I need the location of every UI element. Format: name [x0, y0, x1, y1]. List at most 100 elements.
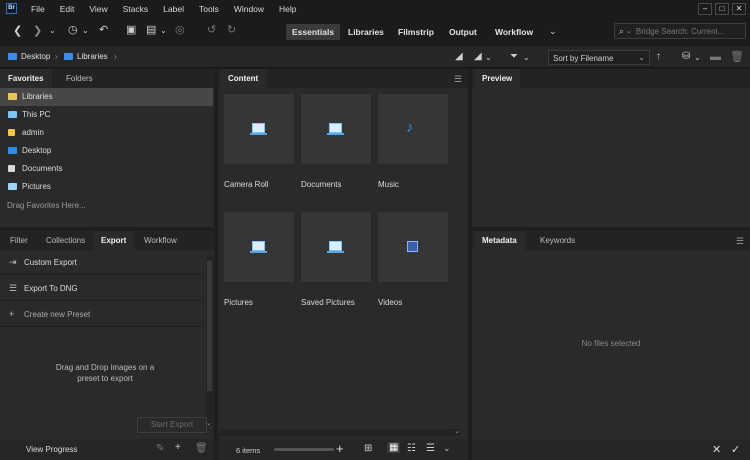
menu-view[interactable]: View: [89, 4, 107, 14]
sort-dropdown[interactable]: Sort by Filename ⌄: [548, 50, 650, 65]
close-window-icon[interactable]: ✕: [732, 2, 746, 15]
forward-arrow-icon[interactable]: ❯: [33, 25, 42, 37]
tab-collections[interactable]: Collections: [38, 231, 93, 250]
workspace-more-chevron-icon[interactable]: ⌄: [549, 25, 557, 37]
export-item-create-preset[interactable]: + Create new Preset: [0, 302, 204, 327]
content-horizontal-scrollbar[interactable]: ⌄: [218, 427, 460, 436]
delete-preset-icon[interactable]: 🗑: [195, 443, 208, 454]
sort-ascending-icon[interactable]: ↑: [656, 51, 661, 63]
camera-download-icon[interactable]: ▣: [126, 24, 136, 36]
thumbnail-pictures[interactable]: [224, 212, 294, 282]
breadcrumb-libraries[interactable]: Libraries: [64, 52, 108, 61]
menu-help[interactable]: Help: [279, 4, 296, 14]
item-label-saved-pictures[interactable]: Saved Pictures: [301, 298, 355, 307]
tab-preview[interactable]: Preview: [474, 69, 521, 88]
workspace-essentials[interactable]: Essentials: [286, 24, 341, 40]
tab-favorites[interactable]: Favorites: [0, 69, 52, 88]
favorite-item-this-pc[interactable]: This PC: [0, 106, 213, 124]
thumbnail-camera-roll[interactable]: [224, 94, 294, 164]
export-panel: Filter Collections Export Workflow ⇥ Cus…: [0, 231, 214, 460]
menu-stacks[interactable]: Stacks: [123, 4, 149, 14]
item-label-pictures[interactable]: Pictures: [224, 298, 253, 307]
apply-icon[interactable]: ✓: [731, 443, 740, 456]
export-item-custom-export[interactable]: ⇥ Custom Export: [0, 250, 204, 275]
tab-keywords[interactable]: Keywords: [532, 231, 583, 250]
view-list-icon[interactable]: ☰: [426, 443, 435, 454]
scrollbar-thumb[interactable]: [207, 261, 212, 391]
item-label-music[interactable]: Music: [378, 180, 399, 189]
workspace-libraries[interactable]: Libraries: [342, 24, 390, 40]
breadcrumb-desktop[interactable]: Desktop: [8, 52, 50, 61]
delete-icon[interactable]: 🗑: [730, 51, 744, 63]
workspace-output[interactable]: Output: [443, 24, 483, 40]
tab-workflow[interactable]: Workflow: [136, 231, 185, 250]
minimize-icon[interactable]: –: [698, 2, 712, 15]
item-label-documents[interactable]: Documents: [301, 180, 341, 189]
start-export-button[interactable]: Start Export: [137, 417, 207, 433]
item-label-videos[interactable]: Videos: [378, 298, 402, 307]
tab-export[interactable]: Export: [93, 231, 135, 250]
workspace-workflow[interactable]: Workflow: [489, 24, 539, 40]
view-thumbnails-icon[interactable]: ▦: [387, 442, 401, 453]
workspace-filmstrip[interactable]: Filmstrip: [392, 24, 440, 40]
open-in-camera-raw-icon[interactable]: ◎: [175, 24, 185, 36]
recent-chevron-icon[interactable]: ⌄: [82, 25, 89, 37]
new-folder-icon[interactable]: ▬: [710, 51, 721, 63]
thumbnail-music[interactable]: ♪: [378, 94, 448, 164]
rating-chevron-icon[interactable]: ⌄: [485, 52, 492, 64]
back-arrow-icon[interactable]: ❮: [13, 25, 22, 37]
thumbnail-videos[interactable]: [378, 212, 448, 282]
view-details-icon[interactable]: ☷: [407, 443, 416, 454]
preview-tabstrip: Preview: [472, 69, 750, 88]
thumbnail-size-slider[interactable]: [274, 448, 334, 451]
item-label-camera-roll[interactable]: Camera Roll: [224, 180, 268, 189]
chevron-down-icon[interactable]: ⌄: [49, 25, 56, 37]
open-recent-chevron-icon[interactable]: ⌄: [694, 52, 701, 64]
search-scope-chevron-icon[interactable]: ⌄: [626, 27, 632, 35]
rotate-right-icon[interactable]: ↻: [227, 24, 236, 36]
scroll-right-icon[interactable]: ⌄: [454, 427, 460, 435]
tab-folders[interactable]: Folders: [58, 69, 101, 88]
open-recent-icon[interactable]: ⛁: [682, 51, 690, 63]
search-box[interactable]: ⌕ ⌄ Bridge Search: Current...: [614, 23, 746, 39]
menu-edit[interactable]: Edit: [60, 4, 75, 14]
documents-library-icon: [327, 123, 344, 135]
thumbnail-documents[interactable]: [301, 94, 371, 164]
boomerang-icon[interactable]: ↶: [99, 24, 108, 36]
view-options-chevron-icon[interactable]: ⌄: [443, 443, 451, 454]
search-input[interactable]: Bridge Search: Current...: [636, 27, 724, 36]
panel-menu-icon[interactable]: ☰: [454, 74, 462, 85]
cancel-icon[interactable]: ✕: [712, 443, 721, 456]
panel-menu-icon[interactable]: ☰: [736, 236, 744, 247]
tab-metadata[interactable]: Metadata: [474, 231, 525, 250]
quality-options-icon[interactable]: ◢: [455, 51, 463, 63]
filter-items-icon[interactable]: ⏷: [510, 51, 518, 63]
content-footer: 6 items + ⊞ ▦ ☷ ☰ ⌄: [218, 439, 468, 460]
tab-filter[interactable]: Filter: [2, 231, 36, 250]
favorite-item-pictures[interactable]: Pictures: [0, 178, 213, 196]
filter-chevron-icon[interactable]: ⌄: [523, 52, 530, 64]
menu-tools[interactable]: Tools: [199, 4, 219, 14]
rotate-left-icon[interactable]: ↺: [207, 24, 216, 36]
sort-rating-icon[interactable]: ◢: [474, 51, 482, 63]
menu-file[interactable]: File: [31, 4, 45, 14]
menu-label[interactable]: Label: [163, 4, 184, 14]
export-scrollbar[interactable]: ⌄: [206, 257, 213, 427]
grid-lock-icon[interactable]: ⊞: [364, 443, 372, 454]
favorite-item-desktop[interactable]: Desktop: [0, 142, 213, 160]
maximize-icon[interactable]: □: [715, 2, 729, 15]
edit-preset-icon[interactable]: ✎: [156, 443, 164, 454]
zoom-in-icon[interactable]: +: [336, 441, 344, 456]
menu-window[interactable]: Window: [234, 4, 264, 14]
tab-content[interactable]: Content: [220, 69, 267, 88]
add-preset-icon[interactable]: +: [175, 442, 181, 453]
recent-files-icon[interactable]: ◷: [68, 24, 78, 36]
view-progress-link[interactable]: View Progress: [26, 445, 77, 454]
refine-icon[interactable]: ▤: [146, 24, 156, 36]
favorite-item-admin[interactable]: admin: [0, 124, 213, 142]
export-item-dng[interactable]: ☰ Export To DNG: [0, 276, 204, 301]
favorite-item-documents[interactable]: Documents: [0, 160, 213, 178]
thumbnail-saved-pictures[interactable]: [301, 212, 371, 282]
favorite-item-libraries[interactable]: Libraries: [0, 88, 213, 106]
refine-chevron-icon[interactable]: ⌄: [160, 25, 167, 37]
